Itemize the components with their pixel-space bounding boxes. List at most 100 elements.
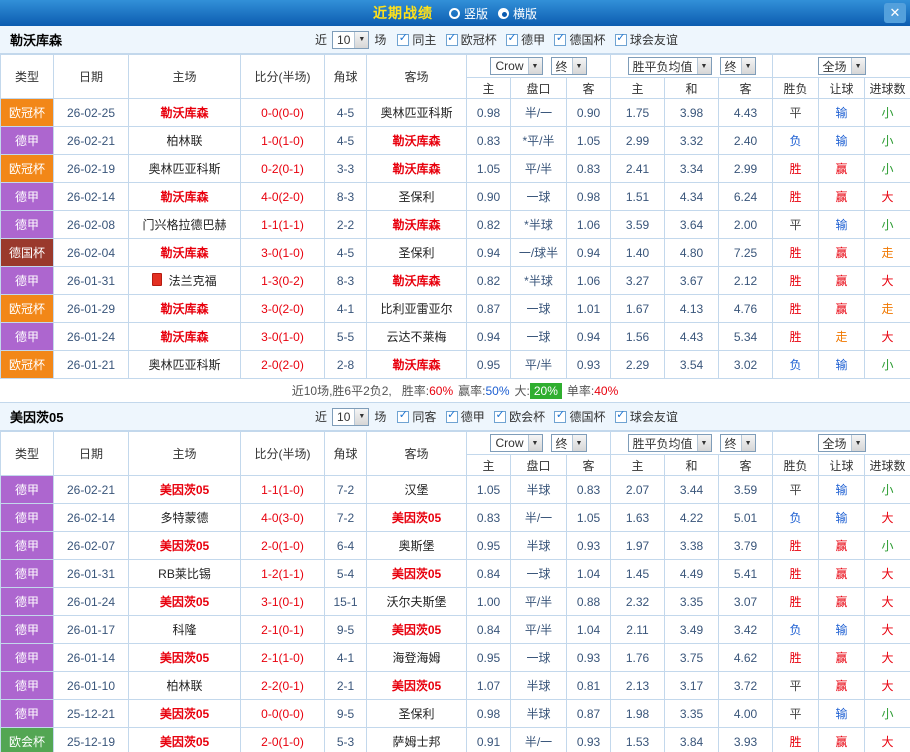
checkbox-checked-icon: ✓	[615, 34, 627, 46]
odds-away: 0.93	[567, 644, 611, 672]
chevron-down-icon: ▼	[851, 435, 865, 451]
league-badge: 德甲	[1, 616, 54, 644]
match-date: 26-02-21	[54, 127, 129, 155]
away-team: 勒沃库森	[392, 134, 440, 148]
result-goals: 大	[865, 672, 910, 700]
match-date: 26-02-14	[54, 504, 129, 532]
avg-type-select[interactable]: 胜平负均值 ▼	[628, 57, 712, 75]
chevron-down-icon: ▼	[354, 32, 368, 48]
home-team: 科隆	[172, 623, 196, 637]
filter-checkbox[interactable]: ✓ 同客	[397, 408, 436, 425]
score: 2-0(1-0)	[241, 532, 325, 560]
filter-checkbox[interactable]: ✓ 同主	[397, 31, 436, 48]
match-row: 德甲 26-01-10 柏林联 2-2(0-1) 2-1 美因茨05 1.07 …	[1, 672, 910, 700]
sub-column-header: 主	[467, 78, 511, 99]
odds-home: 0.87	[467, 295, 511, 323]
avg-away-odds: 3.07	[719, 588, 773, 616]
odds-away: 0.93	[567, 351, 611, 379]
league-badge: 德甲	[1, 644, 54, 672]
chevron-down-icon: ▼	[354, 409, 368, 425]
odds-away: 0.94	[567, 239, 611, 267]
result-outcome: 负	[773, 351, 819, 379]
corners: 3-3	[325, 155, 367, 183]
result-handicap: 输	[819, 476, 865, 504]
filter-checkbox[interactable]: ✓ 欧冠杯	[446, 31, 497, 48]
home-team: 勒沃库森	[160, 302, 208, 316]
summary-stat-value: 50%	[485, 384, 509, 398]
summary-stat-value: 20%	[530, 383, 562, 399]
result-goals: 小	[865, 700, 910, 728]
result-outcome: 胜	[773, 239, 819, 267]
checkbox-checked-icon: ✓	[494, 411, 506, 423]
league-badge: 德甲	[1, 700, 54, 728]
odds-company-select[interactable]: Crow ▼	[490, 57, 542, 75]
match-row: 欧冠杯 26-02-25 勒沃库森 0-0(0-0) 4-5 奥林匹亚科斯 0.…	[1, 99, 910, 127]
corners: 2-2	[325, 211, 367, 239]
avg-draw-odds: 3.35	[665, 588, 719, 616]
result-goals: 大	[865, 504, 910, 532]
result-handicap: 赢	[819, 183, 865, 211]
match-count-select[interactable]: 10 ▼	[332, 408, 369, 426]
layout-radio-vertical[interactable]: 竖版	[449, 5, 488, 22]
filter-checkbox[interactable]: ✓ 德甲	[446, 408, 485, 425]
filter-checkbox[interactable]: ✓ 球会友谊	[615, 408, 678, 425]
home-team: 勒沃库森	[160, 106, 208, 120]
home-team: 美因茨05	[160, 483, 209, 497]
corners: 9-5	[325, 700, 367, 728]
league-badge: 德甲	[1, 672, 54, 700]
league-badge: 欧会杯	[1, 728, 54, 752]
odds-away: 1.04	[567, 560, 611, 588]
home-team: 门兴格拉德巴赫	[142, 218, 226, 232]
scope-select[interactable]: 全场 ▼	[818, 434, 866, 452]
match-date: 26-01-24	[54, 323, 129, 351]
away-team-cell: 圣保利	[367, 700, 467, 728]
odds-company-select[interactable]: Crow ▼	[490, 434, 542, 452]
handicap: 平/半	[511, 155, 567, 183]
avg-type-select[interactable]: 胜平负均值 ▼	[628, 434, 712, 452]
match-row: 欧冠杯 26-01-21 奥林匹亚科斯 2-0(2-0) 2-8 勒沃库森 0.…	[1, 351, 910, 379]
match-row: 德甲 26-02-08 门兴格拉德巴赫 1-1(1-1) 2-2 勒沃库森 0.…	[1, 211, 910, 239]
scope-group-header: 全场 ▼	[773, 55, 910, 78]
summary-stat: 大: 20%	[515, 382, 562, 399]
radio-label: 横版	[513, 5, 537, 22]
match-row: 德甲 26-02-07 美因茨05 2-0(1-0) 6-4 奥斯堡 0.95 …	[1, 532, 910, 560]
scope-select[interactable]: 全场 ▼	[818, 57, 866, 75]
filter-checkbox[interactable]: ✓ 德甲	[506, 31, 545, 48]
match-date: 26-01-29	[54, 295, 129, 323]
close-button[interactable]: ✕	[884, 3, 906, 23]
filter-checkbox[interactable]: ✓ 欧会杯	[494, 408, 545, 425]
col-header-home: 主场	[129, 432, 241, 476]
home-team-cell: 美因茨05	[129, 700, 241, 728]
odds-stage-select[interactable]: 终 ▼	[551, 434, 587, 452]
filter-prefix-label: 近	[315, 31, 327, 48]
away-team: 勒沃库森	[392, 218, 440, 232]
filter-checkbox[interactable]: ✓ 德国杯	[554, 408, 605, 425]
sub-column-header: 客	[567, 455, 611, 476]
avg-draw-odds: 3.67	[665, 267, 719, 295]
result-handicap: 赢	[819, 728, 865, 752]
home-team-cell: 勒沃库森	[129, 323, 241, 351]
home-team: 法兰克福	[169, 274, 217, 288]
filter-checkbox[interactable]: ✓ 德国杯	[554, 31, 605, 48]
odds-home: 0.95	[467, 532, 511, 560]
result-goals: 走	[865, 295, 910, 323]
result-goals: 大	[865, 644, 910, 672]
filter-checkbox[interactable]: ✓ 球会友谊	[615, 31, 678, 48]
match-count-select[interactable]: 10 ▼	[332, 31, 369, 49]
avg-draw-odds: 3.64	[665, 211, 719, 239]
avg-draw-odds: 3.35	[665, 700, 719, 728]
avg-stage-select[interactable]: 终 ▼	[720, 434, 756, 452]
avg-stage-select[interactable]: 终 ▼	[720, 57, 756, 75]
checkbox-label: 欧冠杯	[461, 31, 497, 48]
match-row: 德甲 26-01-24 美因茨05 3-1(0-1) 15-1 沃尔夫斯堡 1.…	[1, 588, 910, 616]
avg-away-odds: 3.72	[719, 672, 773, 700]
league-badge: 德甲	[1, 127, 54, 155]
checkbox-checked-icon: ✓	[397, 34, 409, 46]
result-outcome: 胜	[773, 183, 819, 211]
sub-column-header: 让球	[819, 455, 865, 476]
home-team: 柏林联	[166, 679, 202, 693]
layout-radio-horizontal[interactable]: 横版	[498, 5, 537, 22]
score: 1-2(1-1)	[241, 560, 325, 588]
odds-stage-select[interactable]: 终 ▼	[551, 57, 587, 75]
match-row: 欧冠杯 26-02-19 奥林匹亚科斯 0-2(0-1) 3-3 勒沃库森 1.…	[1, 155, 910, 183]
